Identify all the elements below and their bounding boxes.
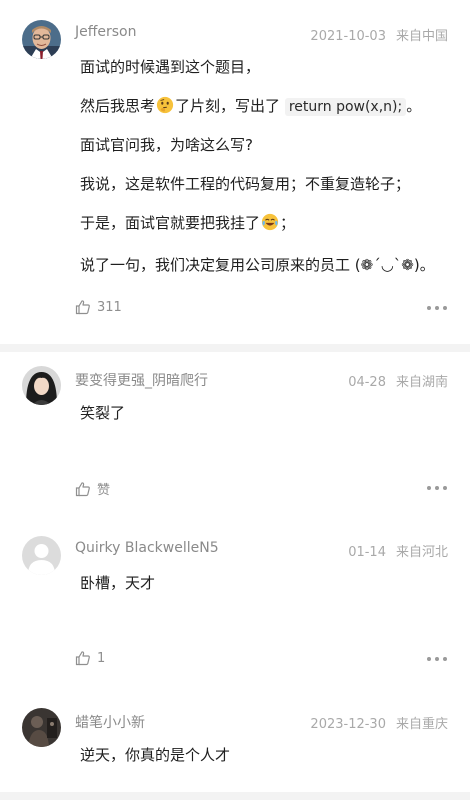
comment-text-line: 说了一句，我们决定复用公司原来的员工 (❁´◡`❁)。 xyxy=(80,255,435,275)
username[interactable]: Jefferson xyxy=(75,24,137,40)
default-avatar-icon xyxy=(22,536,61,575)
comment-text-line: 于是，面试官就要把我挂了 ； xyxy=(80,213,295,233)
comment-location: 来自河北 xyxy=(395,545,448,560)
username[interactable]: 要变得更强_阴暗爬行 xyxy=(75,370,208,390)
section-divider xyxy=(0,344,470,352)
comment-date: 04-28 xyxy=(348,375,386,390)
code-snippet: return pow(x,n); xyxy=(284,98,407,116)
avatar-photo-icon xyxy=(22,366,61,405)
comment-text: 笑裂了 xyxy=(80,404,126,422)
text-segment: 面试的时候遇到这个题目， xyxy=(80,58,261,76)
comment-location: 来自中国 xyxy=(395,29,448,44)
more-dots-icon[interactable] xyxy=(426,301,448,315)
tears-of-joy-emoji xyxy=(261,213,279,231)
text-segment: 我说，这是软件工程的代码复用；不重复造轮子； xyxy=(80,175,411,193)
thumbs-up-icon xyxy=(75,481,90,496)
more-dots-icon[interactable] xyxy=(426,652,448,666)
text-segment: 说了一句，我们决定复用公司原来的员工 (❁´◡`❁)。 xyxy=(80,256,435,274)
text-segment: 面试官问我，为啥这么写? xyxy=(80,136,253,154)
section-divider xyxy=(0,792,470,800)
avatar[interactable] xyxy=(22,20,61,59)
avatar-photo-icon xyxy=(22,708,61,747)
text-segment: 。 xyxy=(406,97,422,115)
like-button[interactable]: 1 xyxy=(75,650,105,666)
username[interactable]: 蜡笔小小新 xyxy=(75,712,145,732)
avatar[interactable] xyxy=(22,536,61,575)
more-dots-icon[interactable] xyxy=(426,481,448,495)
comment-date: 2023-12-30 xyxy=(310,717,386,732)
text-segment: 然后我思考 xyxy=(80,97,156,115)
comment-text-line: 面试官问我，为啥这么写? xyxy=(80,135,253,155)
text-segment: ； xyxy=(280,214,296,232)
comment-text-line: 我说，这是软件工程的代码复用；不重复造轮子； xyxy=(80,174,410,194)
comment-text-line: 面试的时候遇到这个题目， xyxy=(80,57,260,77)
comment-actions: 311 xyxy=(75,299,448,319)
thumbs-up-icon xyxy=(75,651,90,666)
thinking-face-emoji xyxy=(156,96,174,114)
like-count: 赞 xyxy=(97,483,111,498)
comment-text: 卧槽，天才 xyxy=(80,574,156,592)
comment-location: 来自湖南 xyxy=(395,375,448,390)
comment-text-line: 然后我思考 了片刻，写出了 return pow(x,n);。 xyxy=(80,96,421,117)
thumbs-up-icon xyxy=(75,300,90,315)
avatar[interactable] xyxy=(22,366,61,405)
avatar-photo-icon xyxy=(22,20,61,59)
comment-location: 来自重庆 xyxy=(395,717,448,732)
avatar[interactable] xyxy=(22,708,61,747)
comment-meta: 04-28 来自湖南 xyxy=(348,371,448,390)
comment-actions: 1 xyxy=(75,650,448,670)
comment-text: 逆天，你真的是个人才 xyxy=(80,746,231,764)
like-button[interactable]: 311 xyxy=(75,299,122,315)
like-count: 1 xyxy=(97,650,106,666)
comment-meta: 01-14 来自河北 xyxy=(348,541,448,560)
comment-actions: 赞 xyxy=(75,479,448,499)
comment-date: 2021-10-03 xyxy=(310,29,386,44)
text-segment: 了片刻，写出了 xyxy=(175,97,281,115)
comment-date: 01-14 xyxy=(348,545,386,560)
like-button[interactable]: 赞 xyxy=(75,479,110,498)
username[interactable]: Quirky BlackwelleN5 xyxy=(75,540,219,556)
comment-meta: 2021-10-03 来自中国 xyxy=(310,25,448,44)
comment-meta: 2023-12-30 来自重庆 xyxy=(310,713,448,732)
like-count: 311 xyxy=(97,299,122,315)
comment-feed: Jefferson 2021-10-03 来自中国 面试的时候遇到这个题目， 然后… xyxy=(0,0,470,800)
text-segment: 于是，面试官就要把我挂了 xyxy=(80,214,261,232)
